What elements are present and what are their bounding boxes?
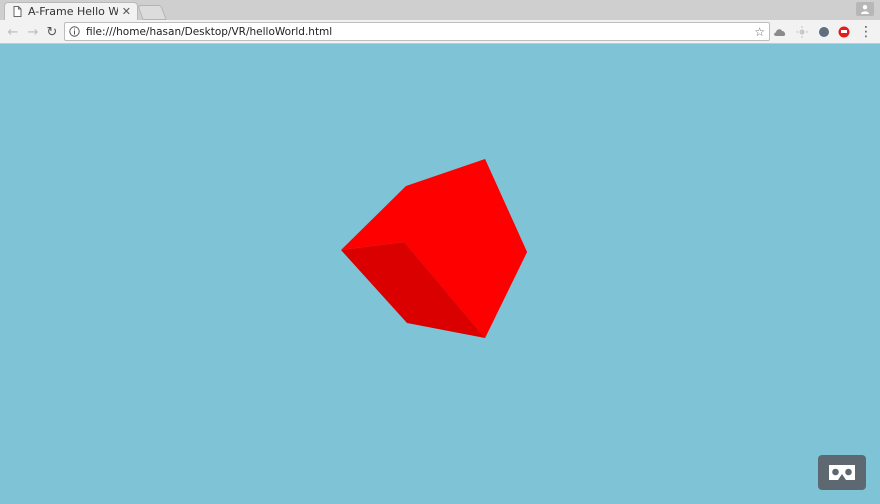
back-arrow-icon: ← (7, 24, 19, 40)
url-text[interactable]: file:///home/hasan/Desktop/VR/helloWorld… (86, 26, 754, 38)
vr-goggles-icon (829, 465, 855, 480)
enter-vr-button[interactable] (818, 455, 866, 490)
browser-toolbar: ← → ↻ file:///home/hasan/Desktop/VR/hell… (0, 20, 880, 44)
tab-title: A-Frame Hello World (28, 5, 118, 18)
reload-icon: ↻ (46, 24, 58, 40)
forward-arrow-icon: → (27, 24, 39, 40)
back-button[interactable]: ← (3, 22, 23, 42)
forward-button[interactable]: → (23, 22, 43, 42)
user-profile-button[interactable] (856, 2, 874, 16)
vr-scene-canvas[interactable] (0, 44, 880, 504)
new-tab-button[interactable] (137, 5, 167, 20)
close-icon[interactable]: ✕ (122, 5, 131, 18)
address-bar[interactable]: file:///home/hasan/Desktop/VR/helloWorld… (64, 22, 770, 41)
tab-strip: A-Frame Hello World ✕ (0, 0, 880, 20)
menu-button[interactable]: ⋮ (856, 22, 876, 42)
reload-button[interactable]: ↻ (42, 22, 62, 42)
tab-active[interactable]: A-Frame Hello World ✕ (4, 2, 138, 20)
info-icon (69, 26, 80, 37)
bookmark-star-icon[interactable]: ☆ (754, 25, 765, 39)
kebab-menu-icon: ⋮ (859, 24, 873, 40)
chat-extension-icon[interactable] (836, 24, 852, 40)
page-icon (13, 6, 22, 17)
sun-extension-icon[interactable] (794, 24, 810, 40)
cloud-extension-icon[interactable] (772, 24, 788, 40)
red-cube (341, 159, 527, 338)
user-icon (861, 5, 869, 14)
shield-extension-icon[interactable] (816, 24, 832, 40)
